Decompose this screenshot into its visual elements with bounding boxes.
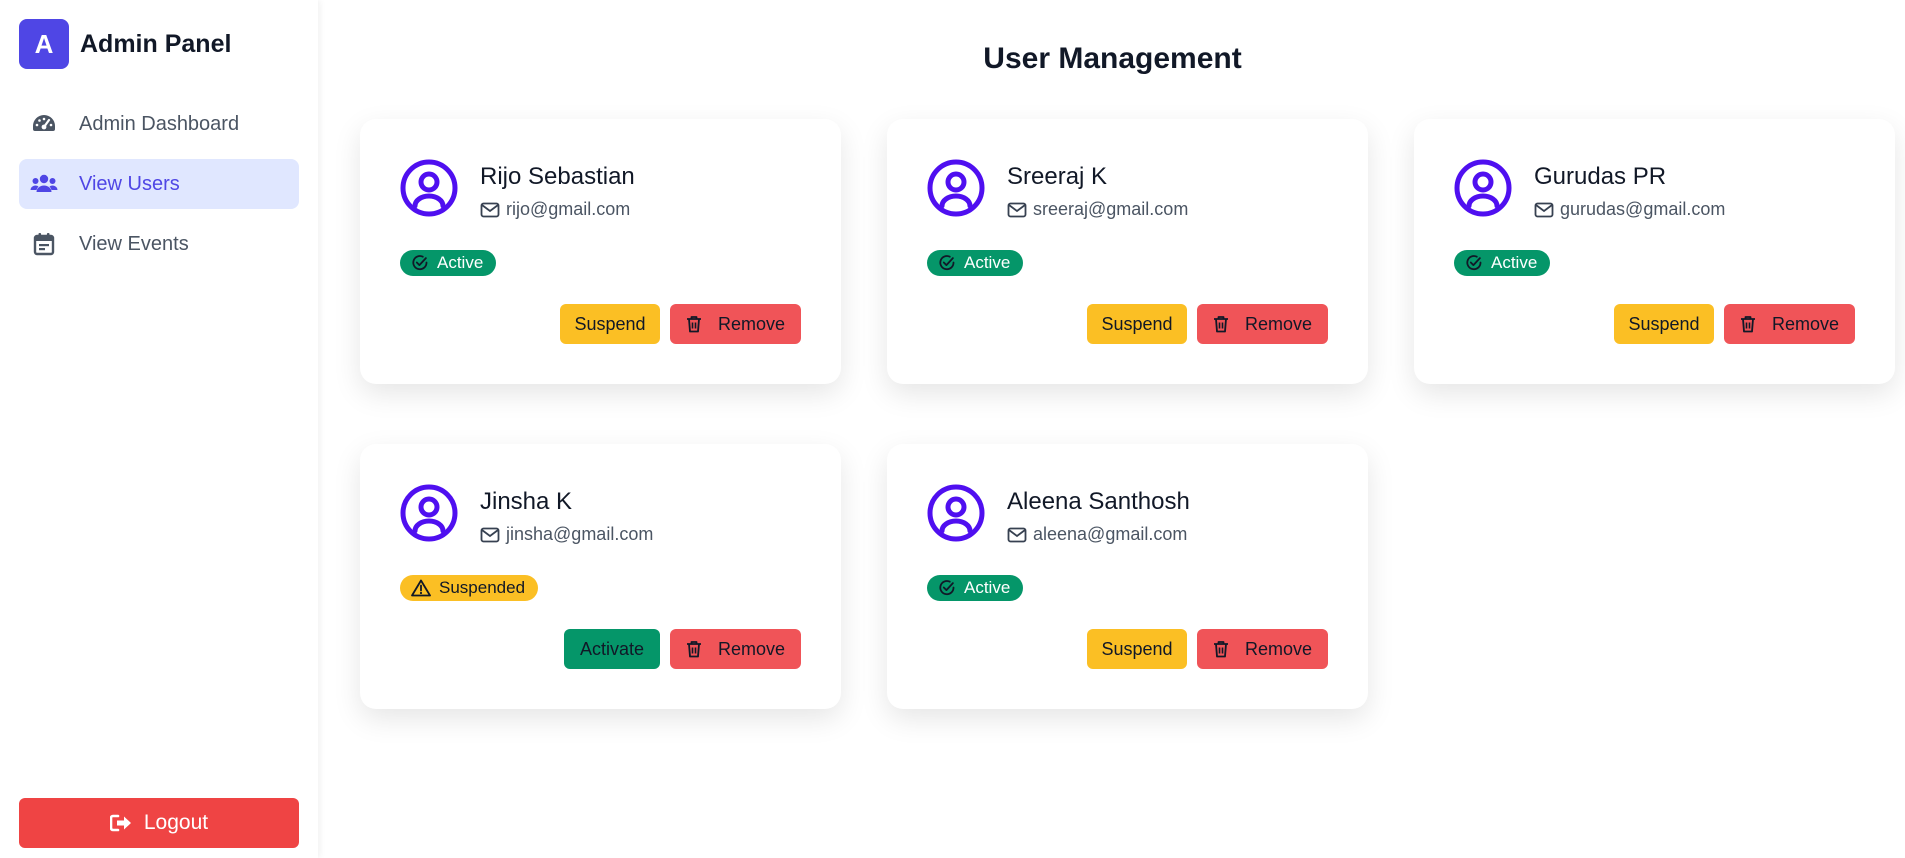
user-avatar-icon (400, 159, 458, 217)
status-badge-label: Active (964, 578, 1011, 597)
check-circle-icon (939, 255, 955, 271)
status-badge-label: Active (1491, 253, 1538, 272)
mail-icon (1007, 527, 1027, 542)
remove-label: Remove (717, 638, 786, 659)
check-circle-icon (939, 580, 955, 596)
remove-button[interactable]: Remove (1197, 304, 1328, 344)
remove-label: Remove (717, 313, 786, 334)
mail-icon (480, 527, 500, 542)
user-avatar-icon (1454, 159, 1512, 217)
users-icon (29, 169, 59, 199)
suspend-button[interactable]: Suspend (1087, 629, 1187, 669)
suspend-button[interactable]: Suspend (1087, 304, 1187, 344)
gauge-icon (29, 109, 59, 139)
card-actions: Suspend Remove (560, 304, 801, 344)
warning-icon (411, 579, 431, 597)
user-email-text: aleena@gmail.com (1033, 524, 1188, 544)
user-card: Sreeraj K sreeraj@gmail.com Active Suspe… (887, 119, 1368, 384)
remove-button[interactable]: Remove (670, 304, 801, 344)
user-name: Gurudas PR (1534, 163, 1667, 190)
user-name: Rijo Sebastian (480, 163, 635, 190)
sidebar-item-label: Admin Dashboard (79, 112, 240, 135)
user-email: rijo@gmail.com (480, 199, 630, 220)
brand-logo: A (19, 19, 69, 69)
logout-icon (109, 814, 131, 832)
calendar-icon (29, 229, 59, 259)
user-avatar-icon (927, 159, 985, 217)
mail-icon (1534, 202, 1554, 217)
remove-label: Remove (1244, 313, 1313, 334)
user-email: gurudas@gmail.com (1534, 199, 1725, 220)
status-badge: Suspended (400, 575, 539, 601)
card-actions: Activate Remove (564, 629, 801, 669)
status-badge: Active (400, 250, 497, 276)
suspend-button[interactable]: Suspend (1614, 304, 1714, 344)
main-content: User Management Rijo Sebastian rijo@gmai… (320, 0, 1905, 858)
user-email: aleena@gmail.com (1007, 524, 1187, 545)
status-badge: Active (1454, 250, 1551, 276)
sidebar: A Admin Panel Admin Dashboard View Users… (0, 0, 318, 858)
user-card: Gurudas PR gurudas@gmail.com Active Susp… (1414, 119, 1895, 384)
mail-icon (1007, 202, 1027, 217)
status-badge: Active (927, 575, 1024, 601)
card-actions: Suspend Remove (1087, 304, 1328, 344)
user-card: Aleena Santhosh aleena@gmail.com Active … (887, 444, 1368, 709)
status-badge-label: Active (437, 253, 484, 272)
user-email-text: jinsha@gmail.com (506, 524, 654, 544)
user-name: Aleena Santhosh (1007, 488, 1190, 515)
remove-button[interactable]: Remove (670, 629, 801, 669)
status-badge-label: Active (964, 253, 1011, 272)
brand-title: Admin Panel (80, 29, 232, 58)
user-avatar-icon (927, 484, 985, 542)
user-email: sreeraj@gmail.com (1007, 199, 1188, 220)
sidebar-item-label: View Users (79, 172, 180, 195)
user-email-text: rijo@gmail.com (506, 199, 631, 219)
remove-button[interactable]: Remove (1724, 304, 1855, 344)
sidebar-item-view-events[interactable]: View Events (19, 219, 299, 269)
user-avatar-icon (400, 484, 458, 542)
user-name: Sreeraj K (1007, 163, 1108, 190)
user-name: Jinsha K (480, 488, 573, 515)
trash-icon (1213, 316, 1228, 333)
mail-icon (480, 202, 500, 217)
user-email-text: sreeraj@gmail.com (1033, 199, 1189, 219)
activate-button[interactable]: Activate (564, 629, 660, 669)
card-actions: Suspend Remove (1614, 304, 1855, 344)
user-card: Rijo Sebastian rijo@gmail.com Active Sus… (360, 119, 841, 384)
trash-icon (686, 641, 701, 658)
user-email-text: gurudas@gmail.com (1560, 199, 1726, 219)
check-circle-icon (1466, 255, 1482, 271)
remove-label: Remove (1771, 313, 1840, 334)
sidebar-item-view-users[interactable]: View Users (19, 159, 299, 209)
trash-icon (686, 316, 701, 333)
trash-icon (1740, 316, 1755, 333)
status-badge: Active (927, 250, 1024, 276)
suspend-button[interactable]: Suspend (560, 304, 660, 344)
user-card: Jinsha K jinsha@gmail.com Suspended Acti… (360, 444, 841, 709)
user-email: jinsha@gmail.com (480, 524, 653, 545)
remove-button[interactable]: Remove (1197, 629, 1328, 669)
card-actions: Suspend Remove (1087, 629, 1328, 669)
logout-label: Logout (143, 811, 209, 834)
page-title: User Management (983, 42, 1242, 75)
sidebar-nav: Admin Dashboard View Users View Events (19, 99, 299, 279)
sidebar-item-admin-dashboard[interactable]: Admin Dashboard (19, 99, 299, 149)
status-badge-label: Suspended (439, 578, 526, 597)
brand: A Admin Panel (19, 19, 231, 69)
check-circle-icon (412, 255, 428, 271)
sidebar-item-label: View Events (79, 232, 189, 255)
logout-button[interactable]: Logout (19, 798, 299, 848)
trash-icon (1213, 641, 1228, 658)
remove-label: Remove (1244, 638, 1313, 659)
